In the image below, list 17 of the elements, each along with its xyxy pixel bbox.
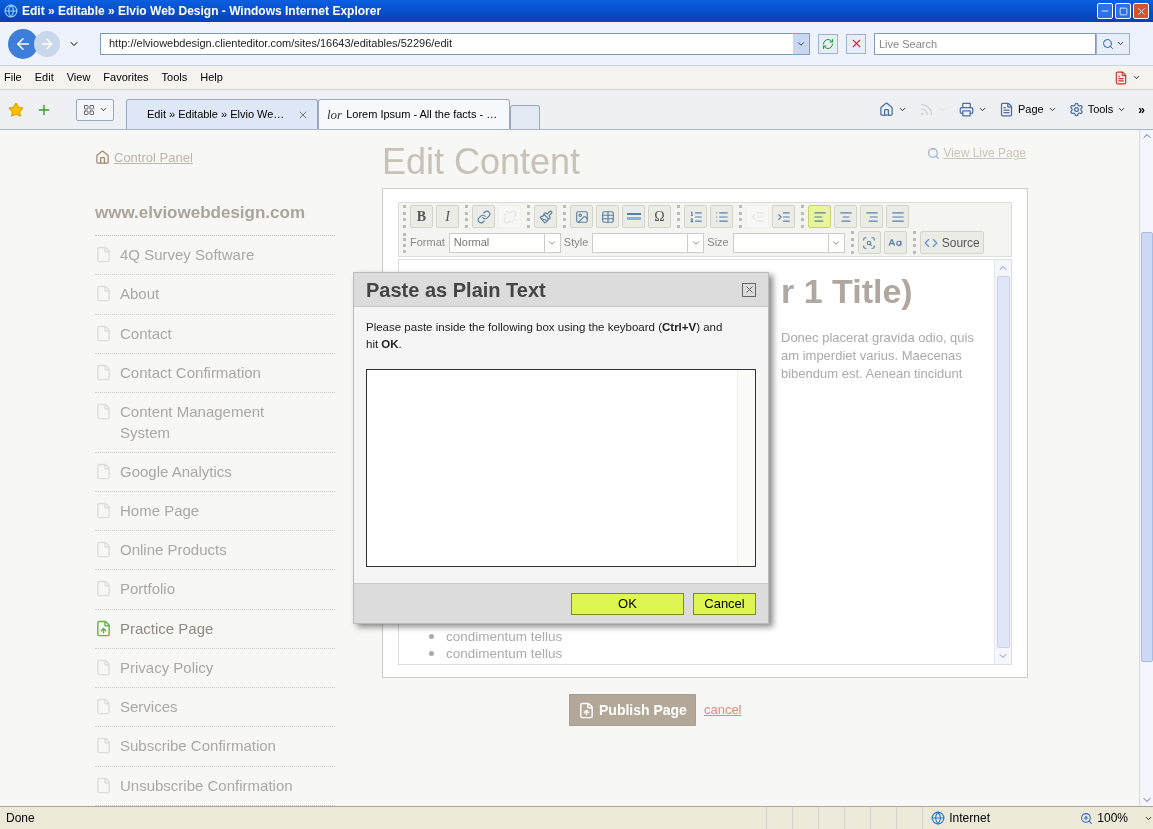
paragraph-line: bibendum est. Aenean tincidunt [781,365,964,383]
field-label: Size [707,235,729,251]
site-favicon: lor [327,105,343,124]
dialog-title: Paste as Plain Text [366,277,546,303]
window-title: Edit » Editable » Elvio Web Design - Windows Internet Explorer [22,3,382,20]
list-item: condimentum tellus [429,645,994,662]
list-item: condimentum tellus [429,628,994,645]
paragraph-line: Donec placerat gravida odio, quis [781,329,975,347]
page-title: Edit Content [382,142,581,182]
status-text: Done [5,810,36,827]
instructions: Please paste inside the following box using the keyboard (Ctrl+V) and hit OK. [366,320,724,352]
field-label: Format [410,235,445,251]
paragraph-line: am imperdiet varius. Maecenas [781,347,963,365]
content-heading: r 1 Title) [781,271,914,312]
site-title: www.elviowebdesign.com [95,199,335,236]
field-label: Style [563,235,589,251]
security-zone: Internet [922,807,1073,829]
